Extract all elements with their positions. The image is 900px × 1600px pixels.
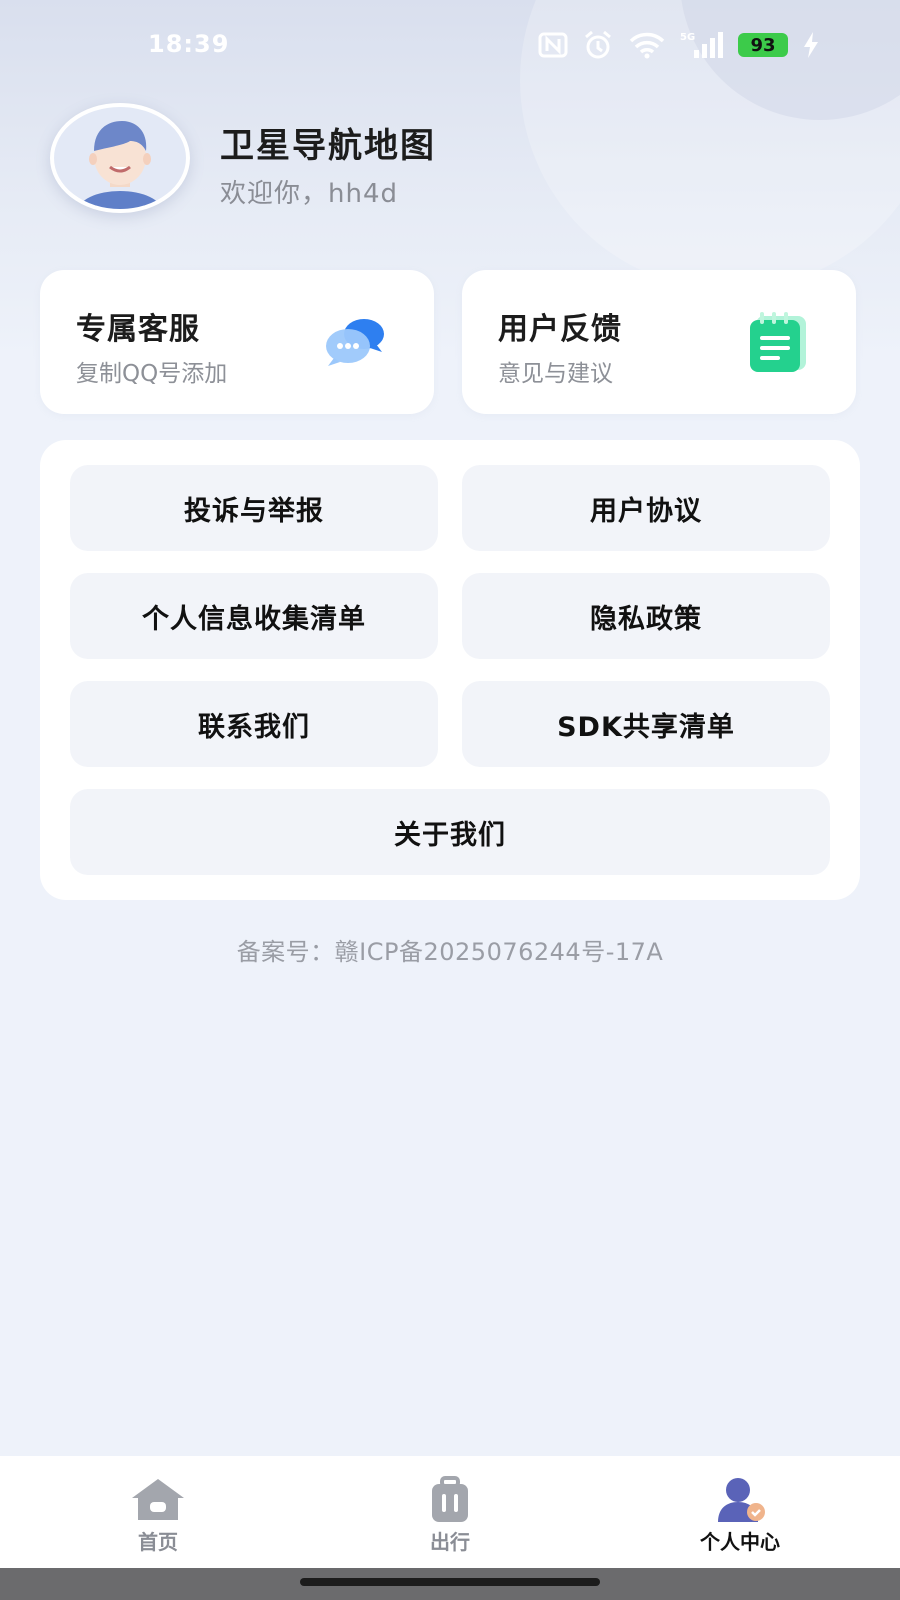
svg-text:5G: 5G: [680, 32, 695, 43]
customer-service-card[interactable]: 专属客服 复制QQ号添加: [40, 270, 434, 414]
avatar[interactable]: [50, 103, 190, 213]
battery-indicator: 93: [738, 33, 788, 57]
user-feedback-subtitle: 意见与建议: [498, 361, 613, 387]
status-bar: 18:39 5G 93: [0, 0, 900, 90]
app-title: 卫星导航地图: [220, 126, 436, 166]
charging-icon: [802, 31, 820, 59]
bottom-nav: 首页 出行 个人中心: [0, 1456, 900, 1568]
menu-panel: 投诉与举报 用户协议 个人信息收集清单 隐私政策 联系我们 SDK共享清单 关于…: [40, 440, 860, 900]
personal-info-list-button[interactable]: 个人信息收集清单: [70, 573, 438, 659]
complaint-report-button[interactable]: 投诉与举报: [70, 465, 438, 551]
signal-5g-icon: 5G: [680, 30, 724, 60]
user-agreement-button[interactable]: 用户协议: [462, 465, 830, 551]
user-feedback-title: 用户反馈: [498, 312, 622, 347]
status-time: 18:39: [148, 30, 230, 58]
privacy-policy-button[interactable]: 隐私政策: [462, 573, 830, 659]
user-icon: [710, 1476, 770, 1524]
status-icons: 5G 93: [538, 28, 820, 62]
nav-home[interactable]: 首页: [58, 1456, 258, 1568]
customer-service-title: 专属客服: [76, 312, 200, 347]
nfc-icon: [538, 32, 568, 58]
nav-travel[interactable]: 出行: [350, 1456, 550, 1568]
home-indicator[interactable]: [300, 1578, 600, 1586]
icp-record: 备案号：赣ICP备2025076244号-17A: [236, 938, 664, 966]
nav-personal-center[interactable]: 个人中心: [640, 1456, 840, 1568]
sdk-share-list-button[interactable]: SDK共享清单: [462, 681, 830, 767]
wifi-icon: [628, 31, 666, 59]
luggage-icon: [420, 1476, 480, 1524]
nav-personal-center-label: 个人中心: [700, 1530, 780, 1554]
user-feedback-card[interactable]: 用户反馈 意见与建议: [462, 270, 856, 414]
customer-service-subtitle: 复制QQ号添加: [76, 361, 228, 387]
chat-bubble-icon: [320, 310, 390, 374]
about-us-button[interactable]: 关于我们: [70, 789, 830, 875]
alarm-icon: [582, 30, 614, 60]
welcome-text: 欢迎你，hh4d: [220, 179, 399, 209]
nav-travel-label: 出行: [430, 1530, 470, 1554]
home-icon: [128, 1476, 188, 1524]
nav-home-label: 首页: [138, 1530, 178, 1554]
contact-us-button[interactable]: 联系我们: [70, 681, 438, 767]
notepad-icon: [742, 310, 812, 374]
